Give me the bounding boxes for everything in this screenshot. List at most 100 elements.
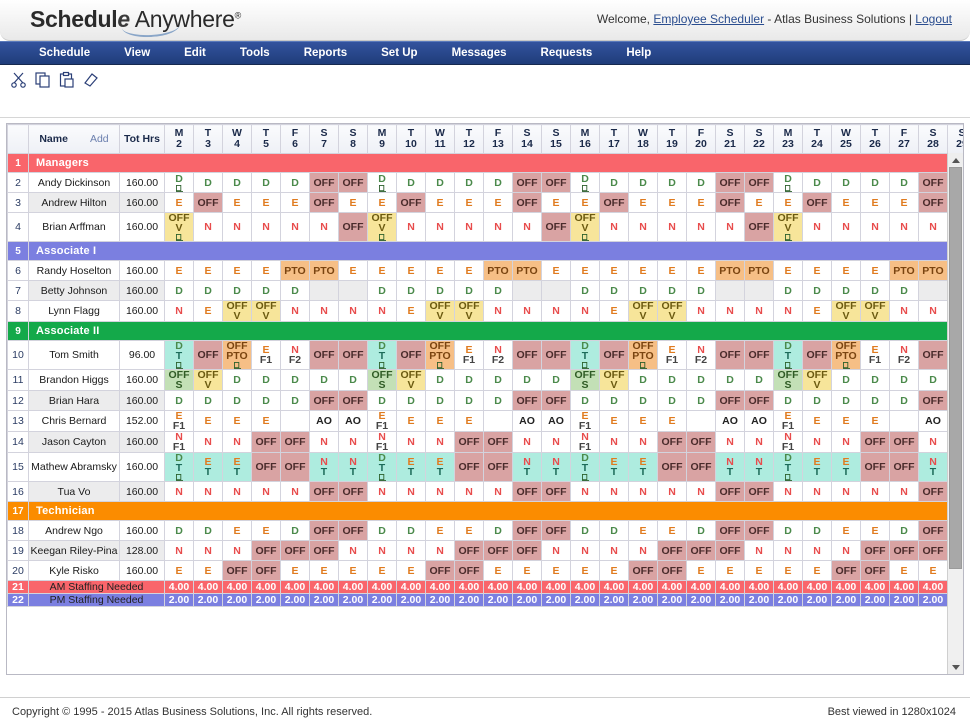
- staffing-cell[interactable]: 4.00: [744, 580, 774, 594]
- shift-cell[interactable]: D: [541, 369, 571, 391]
- shift-cell[interactable]: OFF V: [802, 369, 832, 391]
- shift-cell[interactable]: PTO: [889, 260, 919, 281]
- shift-cell[interactable]: E: [628, 410, 658, 432]
- shift-cell[interactable]: AO: [338, 410, 368, 432]
- shift-cell[interactable]: E: [802, 300, 832, 322]
- shift-cell[interactable]: D: [454, 280, 484, 301]
- shift-cell[interactable]: OFF: [193, 340, 223, 370]
- shift-cell[interactable]: OFF: [744, 212, 774, 242]
- staffing-cell[interactable]: 2.00: [599, 593, 629, 607]
- shift-cell[interactable]: E F1: [657, 340, 687, 370]
- shift-cell[interactable]: E: [686, 560, 716, 581]
- shift-cell[interactable]: D: [396, 280, 426, 301]
- shift-cell[interactable]: E: [628, 192, 658, 213]
- shift-cell[interactable]: N: [280, 212, 310, 242]
- shift-cell[interactable]: D: [338, 369, 368, 391]
- shift-cell[interactable]: N: [309, 431, 339, 453]
- shift-cell[interactable]: NT: [309, 452, 339, 482]
- shift-cell[interactable]: N F2: [686, 340, 716, 370]
- shift-cell[interactable]: D: [628, 369, 658, 391]
- shift-cell[interactable]: N: [744, 540, 774, 561]
- staffing-cell[interactable]: 4.00: [251, 580, 281, 594]
- shift-cell[interactable]: N: [222, 540, 252, 561]
- shift-cell[interactable]: [889, 410, 919, 432]
- cut-icon[interactable]: [10, 71, 28, 88]
- shift-cell[interactable]: E: [802, 560, 832, 581]
- shift-cell[interactable]: E: [889, 560, 919, 581]
- employee-name[interactable]: Randy Hoselton: [28, 260, 120, 281]
- shift-cell[interactable]: PTO: [280, 260, 310, 281]
- shift-cell[interactable]: N: [454, 212, 484, 242]
- shift-cell[interactable]: N: [802, 540, 832, 561]
- shift-cell[interactable]: OFF: [657, 431, 687, 453]
- shift-cell[interactable]: D: [599, 520, 629, 541]
- shift-cell[interactable]: D: [483, 369, 513, 391]
- shift-cell[interactable]: E F1: [251, 340, 281, 370]
- shift-cell[interactable]: OFF: [657, 560, 687, 581]
- shift-cell[interactable]: E: [541, 260, 571, 281]
- shift-cell[interactable]: N: [512, 300, 542, 322]
- shift-cell[interactable]: E: [570, 192, 600, 213]
- employee-name[interactable]: Chris Bernard: [28, 410, 120, 432]
- shift-cell[interactable]: OFF PTO: [831, 340, 861, 370]
- menu-item-help[interactable]: Help: [609, 47, 668, 59]
- shift-cell[interactable]: N: [570, 300, 600, 322]
- shift-cell[interactable]: DT: [570, 452, 600, 482]
- shift-cell[interactable]: E: [425, 192, 455, 213]
- shift-cell[interactable]: E: [367, 560, 397, 581]
- group-row-associate-ii[interactable]: 9 Associate II: [7, 321, 963, 341]
- shift-cell[interactable]: D: [193, 280, 223, 301]
- shift-cell[interactable]: OFF: [918, 520, 948, 541]
- shift-cell[interactable]: E: [657, 260, 687, 281]
- shift-cell[interactable]: DT: [570, 340, 600, 370]
- shift-cell[interactable]: OFF: [860, 431, 890, 453]
- staffing-cell[interactable]: 4.00: [454, 580, 484, 594]
- cell-note-icon[interactable]: [378, 474, 386, 481]
- staffing-cell[interactable]: 2.00: [338, 593, 368, 607]
- shift-cell[interactable]: NT: [338, 452, 368, 482]
- menu-item-view[interactable]: View: [107, 47, 167, 59]
- cell-note-icon[interactable]: [378, 362, 386, 369]
- shift-cell[interactable]: NT: [541, 452, 571, 482]
- shift-cell[interactable]: E: [657, 192, 687, 213]
- shift-cell[interactable]: DT: [773, 452, 803, 482]
- shift-cell[interactable]: N: [193, 431, 223, 453]
- staffing-cell[interactable]: 2.00: [715, 593, 745, 607]
- staffing-cell[interactable]: 4.00: [860, 580, 890, 594]
- shift-cell[interactable]: N: [541, 300, 571, 322]
- shift-cell[interactable]: OFF: [541, 481, 571, 502]
- staffing-cell[interactable]: 2.00: [570, 593, 600, 607]
- shift-cell[interactable]: N: [715, 300, 745, 322]
- shift-cell[interactable]: OFF: [309, 481, 339, 502]
- employee-name[interactable]: Tom Smith: [28, 340, 120, 370]
- shift-cell[interactable]: N: [802, 431, 832, 453]
- shift-cell[interactable]: N: [483, 212, 513, 242]
- shift-cell[interactable]: E: [541, 560, 571, 581]
- shift-cell[interactable]: D: [773, 520, 803, 541]
- shift-cell[interactable]: E: [570, 260, 600, 281]
- shift-cell[interactable]: N: [628, 481, 658, 502]
- shift-cell[interactable]: OFF: [309, 192, 339, 213]
- shift-cell[interactable]: E: [193, 560, 223, 581]
- employee-name[interactable]: Andy Dickinson: [28, 172, 120, 193]
- shift-cell[interactable]: D: [657, 390, 687, 411]
- shift-cell[interactable]: OFF: [425, 560, 455, 581]
- add-employee-link[interactable]: Add: [90, 133, 109, 145]
- shift-cell[interactable]: N: [715, 431, 745, 453]
- staffing-cell[interactable]: 2.00: [193, 593, 223, 607]
- employee-name[interactable]: Andrew Ngo: [28, 520, 120, 541]
- cell-note-icon[interactable]: [175, 184, 183, 192]
- shift-cell[interactable]: N: [831, 431, 861, 453]
- shift-cell[interactable]: N: [889, 300, 919, 322]
- staffing-cell[interactable]: 2.00: [657, 593, 687, 607]
- shift-cell[interactable]: E: [512, 560, 542, 581]
- shift-cell[interactable]: OFF V: [599, 369, 629, 391]
- staffing-cell[interactable]: 2.00: [889, 593, 919, 607]
- shift-cell[interactable]: D: [831, 172, 861, 193]
- staffing-cell[interactable]: 4.00: [802, 580, 832, 594]
- shift-cell[interactable]: N: [309, 300, 339, 322]
- shift-cell[interactable]: OFF V: [831, 300, 861, 322]
- shift-cell[interactable]: E: [657, 410, 687, 432]
- shift-cell[interactable]: D: [889, 280, 919, 301]
- shift-cell[interactable]: N: [309, 212, 339, 242]
